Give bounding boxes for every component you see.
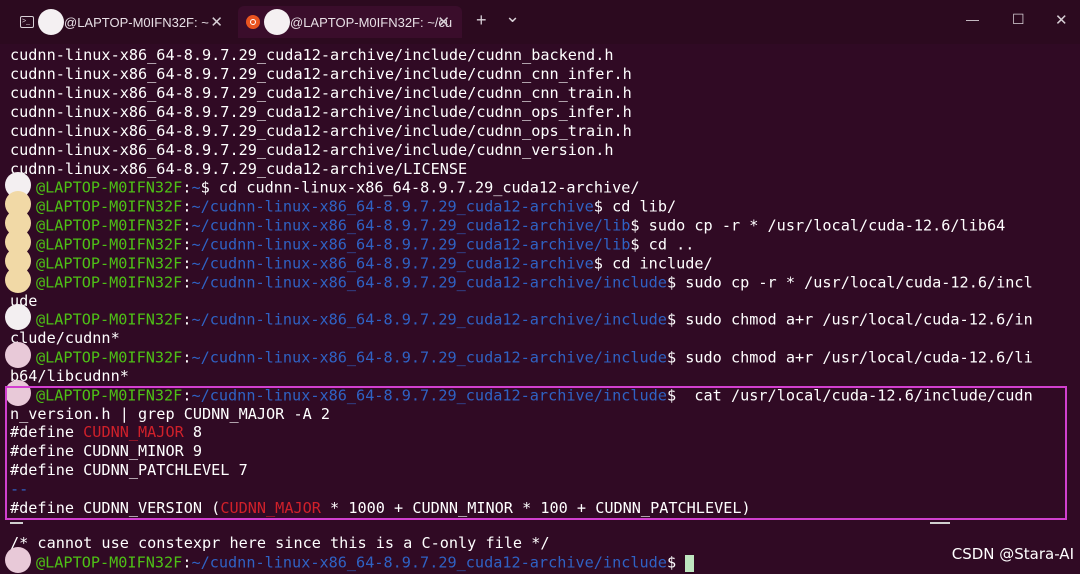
tab-cudnn[interactable]: @LAPTOP-M0IFN32F: ~/cu ✕	[238, 6, 462, 38]
terminal-icon: >_	[20, 16, 34, 28]
prompt-host: @LAPTOP-M0IFN32F	[36, 553, 183, 572]
prompt-path: ~/cudnn-linux-x86_64-8.9.7.29_cuda12-arc…	[191, 310, 667, 329]
prompt-line: @LAPTOP-M0IFN32F:~/cudnn-linux-x86_64-8.…	[5, 210, 1006, 236]
command: cd include/	[602, 254, 713, 273]
output-line: cudnn-linux-x86_64-8.9.7.29_cuda12-archi…	[10, 46, 614, 64]
highlight-box	[5, 386, 1067, 520]
user-avatar	[5, 342, 31, 368]
prompt-host: @LAPTOP-M0IFN32F	[36, 235, 183, 254]
tab-dropdown-button[interactable]: ⌄	[505, 6, 520, 27]
command-wrap: b64/libcudnn*	[10, 367, 129, 385]
prompt-host: @LAPTOP-M0IFN32F	[36, 216, 183, 235]
prompt-path: ~/cudnn-linux-x86_64-8.9.7.29_cuda12-arc…	[191, 235, 631, 254]
prompt-path: ~/cudnn-linux-x86_64-8.9.7.29_cuda12-arc…	[191, 254, 594, 273]
output-line: cudnn-linux-x86_64-8.9.7.29_cuda12-archi…	[10, 160, 468, 178]
output-line: cudnn-linux-x86_64-8.9.7.29_cuda12-archi…	[10, 122, 632, 140]
maximize-button[interactable]: ☐	[1012, 11, 1025, 28]
new-tab-button[interactable]: +	[476, 10, 487, 31]
tab-title: @LAPTOP-M0IFN32F: ~/cu	[290, 14, 453, 30]
text-cursor	[685, 554, 695, 572]
prompt-host: @LAPTOP-M0IFN32F	[36, 348, 183, 367]
prompt-path: ~/cudnn-linux-x86_64-8.9.7.29_cuda12-arc…	[191, 197, 594, 216]
tab-home[interactable]: >_ @LAPTOP-M0IFN32F: ~ ✕	[10, 6, 235, 38]
close-tab-icon[interactable]: ✕	[437, 13, 450, 31]
prompt-path: ~/cudnn-linux-x86_64-8.9.7.29_cuda12-arc…	[191, 348, 667, 367]
tab-bar: >_ @LAPTOP-M0IFN32F: ~ ✕ @LAPTOP-M0IFN32…	[0, 0, 1080, 44]
user-avatar	[5, 267, 31, 293]
avatar	[264, 9, 290, 35]
user-avatar	[5, 304, 31, 330]
comment-line: /* cannot use constexpr here since this …	[10, 534, 550, 552]
output-line: cudnn-linux-x86_64-8.9.7.29_cuda12-archi…	[10, 65, 632, 83]
prompt-host: @LAPTOP-M0IFN32F	[36, 178, 183, 197]
prompt-line: @LAPTOP-M0IFN32F:~/cudnn-linux-x86_64-8.…	[5, 304, 1033, 330]
prompt-path: ~	[191, 178, 201, 197]
prompt-path: ~/cudnn-linux-x86_64-8.9.7.29_cuda12-arc…	[191, 216, 631, 235]
prompt-host: @LAPTOP-M0IFN32F	[36, 310, 183, 329]
divider	[10, 522, 23, 524]
prompt-line: @LAPTOP-M0IFN32F:~/cudnn-linux-x86_64-8.…	[5, 267, 1033, 293]
tab-title: @LAPTOP-M0IFN32F: ~	[64, 14, 209, 30]
command: cd cudnn-linux-x86_64-8.9.7.29_cuda12-ar…	[209, 178, 640, 197]
command: sudo cp -r * /usr/local/cuda-12.6/lib64	[639, 216, 1006, 235]
minimize-button[interactable]: —	[966, 12, 979, 27]
prompt-line: @LAPTOP-M0IFN32F:~/cudnn-linux-x86_64-8.…	[5, 342, 1033, 368]
prompt-line: @LAPTOP-M0IFN32F:~/cudnn-linux-x86_64-8.…	[5, 248, 713, 274]
ubuntu-icon	[246, 15, 260, 29]
prompt-line: @LAPTOP-M0IFN32F:~$ cd cudnn-linux-x86_6…	[5, 172, 640, 198]
command: cd ..	[639, 235, 695, 254]
avatar	[38, 9, 64, 35]
watermark: CSDN @Stara-AI	[951, 545, 1074, 563]
prompt-path: ~/cudnn-linux-x86_64-8.9.7.29_cuda12-arc…	[191, 273, 667, 292]
divider	[930, 522, 950, 524]
prompt-line: @LAPTOP-M0IFN32F:~/cudnn-linux-x86_64-8.…	[5, 229, 695, 255]
output-line: cudnn-linux-x86_64-8.9.7.29_cuda12-archi…	[10, 103, 632, 121]
output-line: cudnn-linux-x86_64-8.9.7.29_cuda12-archi…	[10, 141, 614, 159]
prompt-path: ~/cudnn-linux-x86_64-8.9.7.29_cuda12-arc…	[191, 553, 667, 572]
command: cd lib/	[602, 197, 677, 216]
user-avatar	[5, 547, 31, 573]
command: sudo chmod a+r /usr/local/cuda-12.6/li	[676, 348, 1033, 367]
prompt-line: @LAPTOP-M0IFN32F:~/cudnn-linux-x86_64-8.…	[5, 547, 695, 573]
command: sudo chmod a+r /usr/local/cuda-12.6/in	[676, 310, 1033, 329]
command: sudo cp -r * /usr/local/cuda-12.6/incl	[676, 273, 1033, 292]
close-window-button[interactable]: ✕	[1055, 11, 1068, 29]
close-tab-icon[interactable]: ✕	[210, 13, 223, 31]
prompt-host: @LAPTOP-M0IFN32F	[36, 273, 183, 292]
prompt-line: @LAPTOP-M0IFN32F:~/cudnn-linux-x86_64-8.…	[5, 191, 677, 217]
output-line: cudnn-linux-x86_64-8.9.7.29_cuda12-archi…	[10, 84, 632, 102]
prompt-host: @LAPTOP-M0IFN32F	[36, 197, 183, 216]
prompt-host: @LAPTOP-M0IFN32F	[36, 254, 183, 273]
